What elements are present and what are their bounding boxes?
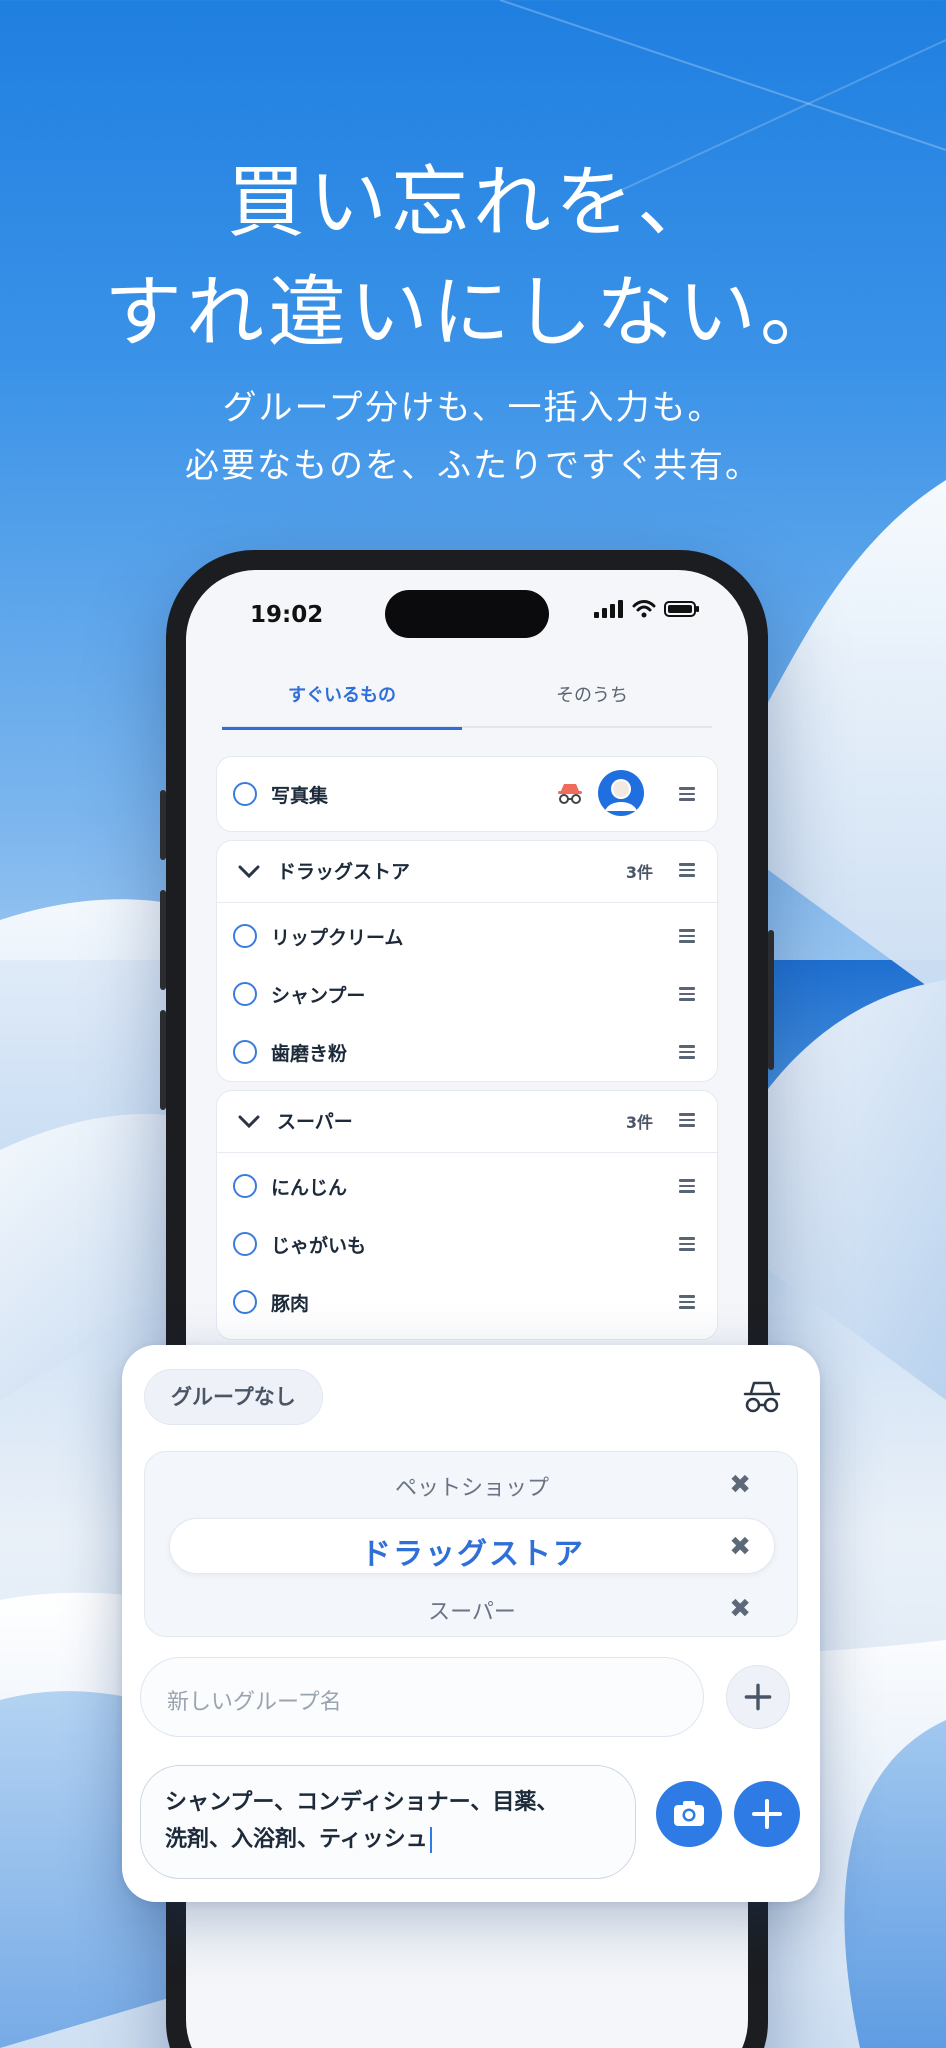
tab-later[interactable]: そのうち — [472, 670, 712, 726]
dynamic-island — [385, 590, 549, 638]
add-item-button[interactable] — [734, 1781, 800, 1847]
group-card-drugstore: ドラッグストア 3件 リップクリーム シャンプー 歯磨き粉 — [216, 840, 719, 1082]
item-label: 豚肉 — [271, 1293, 310, 1315]
camera-button[interactable] — [656, 1781, 722, 1847]
status-time: 19:02 — [250, 602, 324, 628]
tab-urgent[interactable]: すぐいるもの — [222, 670, 462, 730]
checkbox-circle[interactable] — [233, 782, 257, 806]
remove-group-button[interactable]: ✖ — [729, 1532, 751, 1562]
add-item-sheet: グループなし ペットショップ ✖ ドラッグストア ✖ スーパー ✖ 新しいグルー… — [122, 1345, 820, 1902]
group-title: スーパー — [277, 1111, 353, 1133]
checkbox-circle[interactable] — [233, 1040, 257, 1064]
checkbox-circle[interactable] — [233, 982, 257, 1006]
picker-selected-label: ドラッグストア — [361, 1537, 585, 1572]
phone-volume-up — [160, 890, 166, 990]
list-item[interactable]: にんじん — [217, 1157, 719, 1215]
drag-handle-icon[interactable] — [679, 863, 695, 877]
item-label: じゃがいも — [271, 1235, 367, 1257]
drag-handle-icon[interactable] — [679, 987, 695, 1001]
text-cursor — [429, 1827, 432, 1853]
drag-handle-icon[interactable] — [679, 1237, 695, 1251]
group-header[interactable]: ドラッグストア 3件 — [217, 841, 719, 903]
picker-option-below[interactable]: スーパー — [145, 1594, 799, 1626]
wifi-icon — [632, 600, 656, 618]
phone-side-button — [160, 790, 166, 860]
drag-handle-icon[interactable] — [679, 1179, 695, 1193]
group-chip[interactable]: グループなし — [144, 1369, 323, 1425]
phone-volume-down — [160, 1010, 166, 1110]
group-title: ドラッグストア — [277, 861, 411, 883]
chevron-down-icon[interactable] — [237, 861, 261, 881]
drag-handle-icon[interactable] — [679, 1113, 695, 1127]
item-label: シャンプー — [271, 985, 366, 1007]
group-card-supermarket: スーパー 3件 にんじん じゃがいも 豚肉 — [216, 1090, 719, 1340]
item-label: 歯磨き粉 — [271, 1043, 348, 1065]
list-item[interactable]: シャンプー — [217, 965, 719, 1023]
tab-bar: すぐいるもの そのうち — [222, 670, 712, 730]
group-header[interactable]: スーパー 3件 — [217, 1091, 719, 1153]
remove-group-button[interactable]: ✖ — [729, 1594, 751, 1624]
drag-handle-icon[interactable] — [679, 787, 695, 801]
item-label: にんじん — [271, 1177, 348, 1199]
remove-group-button[interactable]: ✖ — [729, 1470, 751, 1500]
new-group-input[interactable]: 新しいグループ名 — [140, 1657, 704, 1737]
subheadline-line-2: 必要なものを、ふたりですぐ共有。 — [185, 446, 761, 486]
list-item-card: 写真集 — [216, 756, 718, 832]
avatar — [598, 770, 644, 816]
picker-option-above[interactable]: ペットショップ — [145, 1470, 799, 1502]
checkbox-circle[interactable] — [233, 924, 257, 948]
signal-icon — [594, 600, 623, 618]
incognito-icon[interactable] — [742, 1379, 782, 1415]
list-item[interactable]: 写真集 — [217, 765, 719, 823]
chevron-down-icon[interactable] — [237, 1111, 261, 1131]
group-count: 3件 — [625, 1113, 653, 1132]
checkbox-circle[interactable] — [233, 1232, 257, 1256]
status-icons — [594, 600, 700, 618]
add-group-button[interactable] — [726, 1665, 790, 1729]
bulk-item-input[interactable]: シャンプー、コンディショナー、目薬、 洗剤、入浴剤、ティッシュ — [140, 1765, 636, 1879]
list-item[interactable]: 豚肉 — [217, 1273, 719, 1331]
bulk-input-line-1: シャンプー、コンディショナー、目薬、 — [165, 1790, 559, 1815]
subheadline-line-1: グループ分けも、一括入力も。 — [222, 388, 724, 428]
new-group-placeholder: 新しいグループ名 — [167, 1690, 342, 1715]
drag-handle-icon[interactable] — [679, 1045, 695, 1059]
headline-line-1: 買い忘れを、 — [226, 158, 719, 248]
drag-handle-icon[interactable] — [679, 929, 695, 943]
drag-handle-icon[interactable] — [679, 1295, 695, 1309]
headline-line-2: すれ違いにしない。 — [103, 268, 842, 358]
group-count: 3件 — [625, 863, 653, 882]
group-picker[interactable]: ペットショップ ✖ ドラッグストア ✖ スーパー ✖ — [144, 1451, 798, 1637]
checkbox-circle[interactable] — [233, 1290, 257, 1314]
bulk-input-line-2: 洗剤、入浴剤、ティッシュ — [165, 1821, 611, 1858]
incognito-icon — [558, 784, 582, 804]
list-item[interactable]: じゃがいも — [217, 1215, 719, 1273]
item-label: 写真集 — [271, 785, 329, 807]
bulk-input-line-2-text: 洗剤、入浴剤、ティッシュ — [165, 1827, 428, 1852]
picker-selected[interactable]: ドラッグストア — [169, 1518, 775, 1574]
list-item[interactable]: リップクリーム — [217, 907, 719, 965]
item-label: リップクリーム — [271, 927, 404, 949]
list-item[interactable]: 歯磨き粉 — [217, 1023, 719, 1081]
checkbox-circle[interactable] — [233, 1174, 257, 1198]
phone-power-button — [768, 930, 774, 1070]
battery-icon — [664, 601, 699, 617]
